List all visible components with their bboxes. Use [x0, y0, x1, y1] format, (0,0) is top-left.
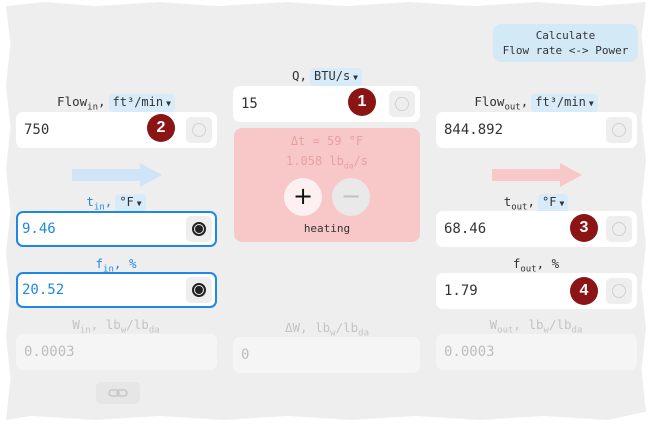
heating-button[interactable]: +: [284, 178, 322, 216]
annotation-badge-3: 3: [570, 214, 598, 242]
f-out-label: fout, %: [512, 256, 560, 275]
annotation-badge-2: 2: [147, 114, 175, 142]
f-out-fix-radio[interactable]: [606, 278, 632, 304]
heating-panel: Δt = 59 °F 1.058 lbda/s + − heating: [234, 128, 420, 242]
f-out-input[interactable]: 1.79: [436, 273, 637, 309]
f-in-fix-radio[interactable]: [186, 277, 212, 303]
q-unit-dropdown[interactable]: BTU/s ▼: [310, 68, 362, 86]
mass-flow-text: 1.058 lbda/s: [286, 154, 368, 171]
flow-in-label: Flowin, ft³/min ▼: [16, 94, 216, 113]
calculate-button-line1: Calculate: [535, 29, 596, 42]
calculate-button-line2: Flow rate <-> Power: [502, 44, 629, 57]
mode-label: heating: [303, 222, 351, 235]
delta-t-text: Δt = 59 °F: [290, 134, 364, 148]
cooling-button[interactable]: −: [332, 178, 370, 216]
w-in-input: 0.0003: [16, 334, 217, 370]
q-input[interactable]: 15: [233, 86, 420, 122]
link-icon: [108, 389, 128, 397]
chevron-down-icon: ▼: [166, 99, 171, 108]
arrow-in-icon: [72, 163, 162, 187]
w-out-input: 0.0003: [436, 334, 637, 370]
flow-in-input[interactable]: 750: [16, 112, 217, 148]
q-fix-radio[interactable]: [389, 91, 415, 117]
w-in-label: Win, lbw/lbda: [72, 317, 160, 336]
t-out-fix-radio[interactable]: [606, 216, 632, 242]
t-out-unit-dropdown[interactable]: °F ▼: [538, 194, 569, 212]
t-in-fix-radio[interactable]: [186, 216, 212, 242]
chevron-down-icon: ▼: [588, 99, 594, 108]
annotation-badge-1: 1: [348, 88, 376, 116]
flow-in-unit-dropdown[interactable]: ft³/min ▼: [108, 94, 175, 112]
chevron-down-icon: ▼: [559, 199, 565, 208]
t-in-unit-dropdown[interactable]: °F ▼: [115, 194, 146, 212]
flow-out-fix-radio[interactable]: [606, 117, 632, 143]
annotation-badge-4: 4: [570, 277, 598, 305]
flow-out-label: Flowout, ft³/min ▼: [436, 94, 636, 113]
q-label: Q, BTU/s ▼: [234, 68, 420, 86]
t-in-label: tin, °F ▼: [16, 194, 216, 213]
link-button[interactable]: [96, 382, 140, 404]
delta-w-input: 0: [233, 337, 420, 373]
t-in-input[interactable]: 9.46: [16, 211, 217, 247]
w-out-label: Wout, lbw/lbda: [489, 317, 583, 336]
flow-out-input[interactable]: 844.892: [436, 112, 637, 148]
delta-w-label: ΔW, lbw/lbda: [285, 320, 369, 339]
calculate-button[interactable]: Calculate Flow rate <-> Power: [493, 24, 638, 62]
chevron-down-icon: ▼: [353, 73, 358, 82]
arrow-out-icon: [492, 163, 582, 187]
flow-out-unit-dropdown[interactable]: ft³/min ▼: [531, 94, 598, 112]
t-out-label: tout, °F ▼: [436, 194, 636, 213]
flow-in-fix-radio[interactable]: [186, 117, 212, 143]
t-out-input[interactable]: 68.46: [436, 211, 637, 247]
chevron-down-icon: ▼: [136, 199, 142, 208]
f-in-input[interactable]: 20.52: [16, 272, 217, 308]
